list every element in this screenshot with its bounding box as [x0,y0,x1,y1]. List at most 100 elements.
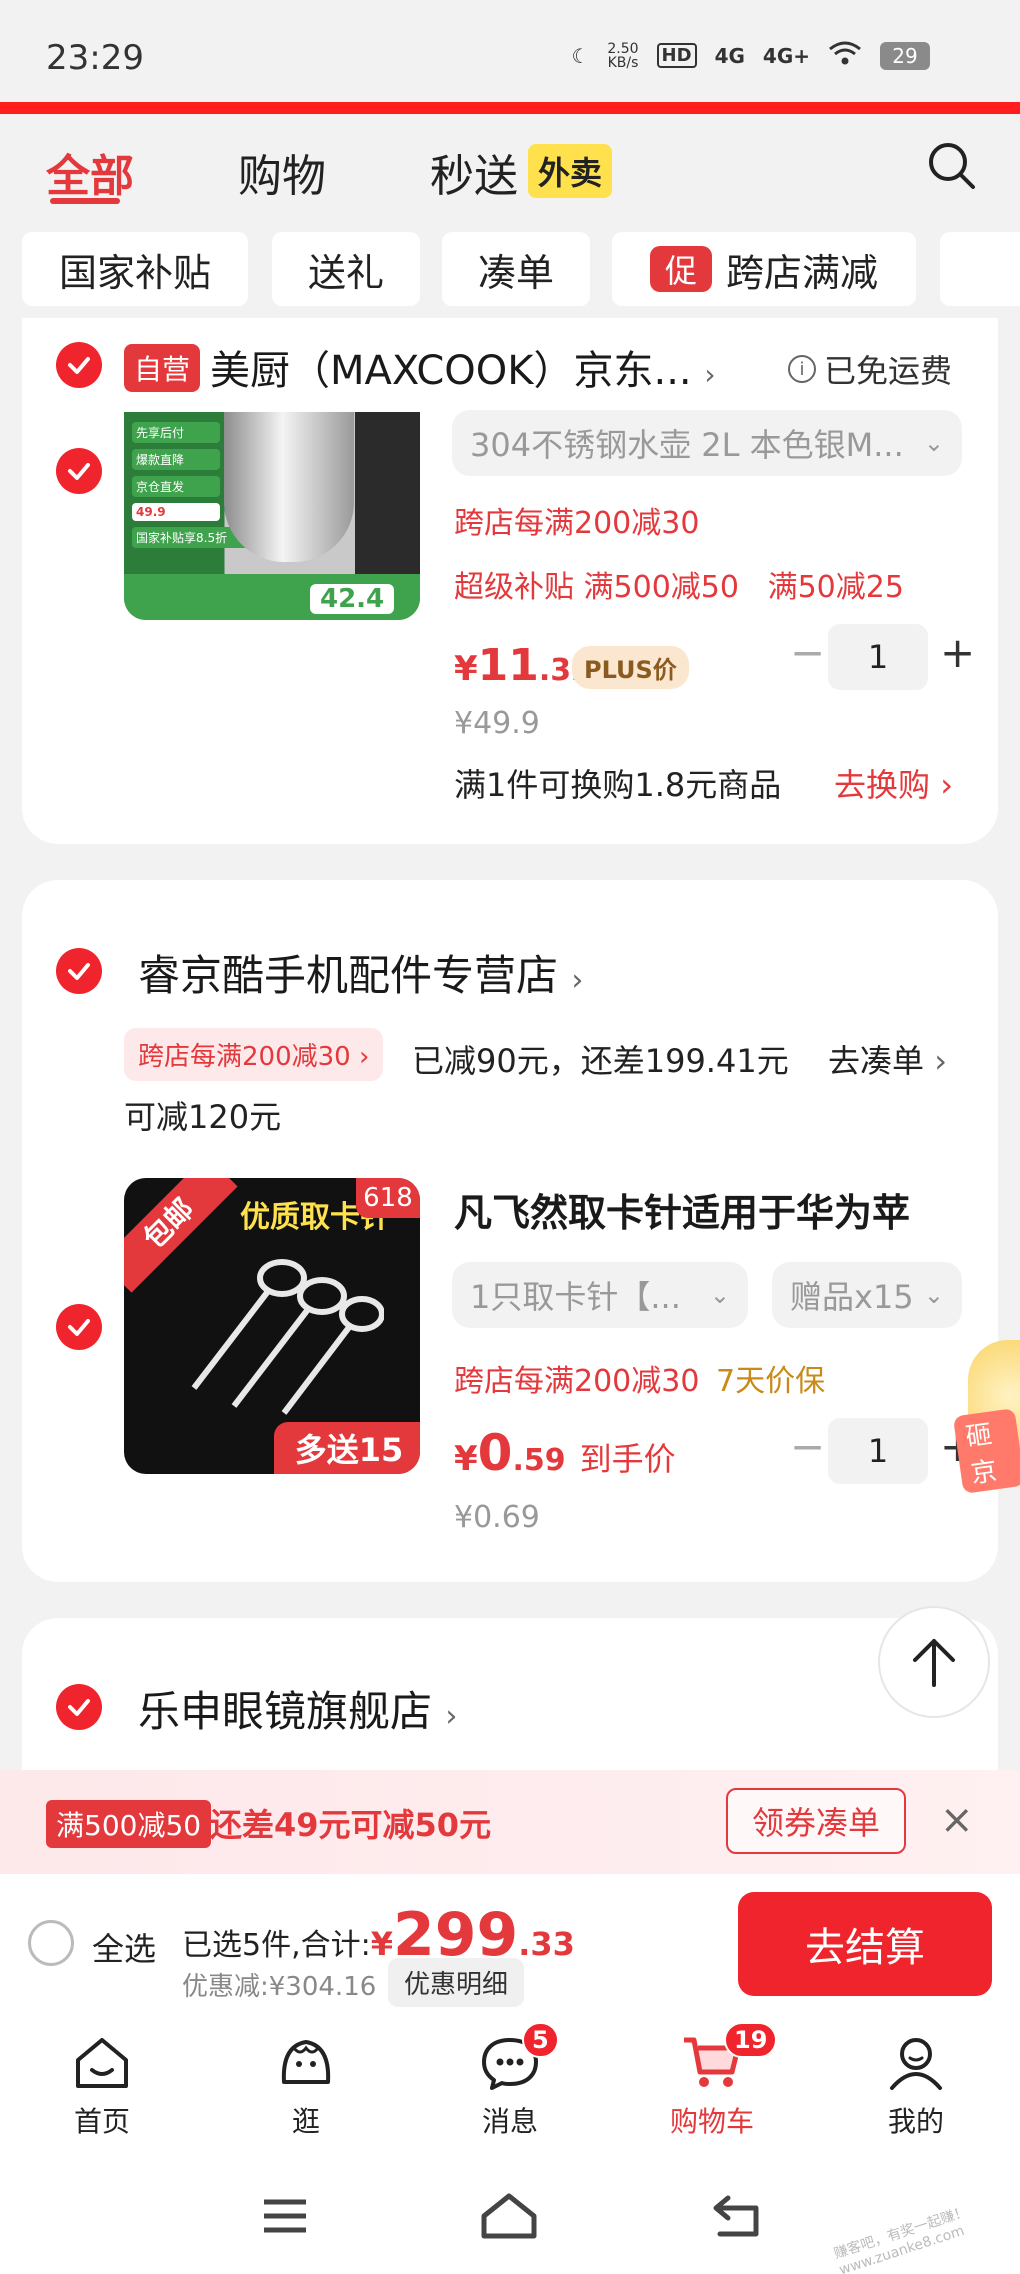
select-all-label[interactable]: 全选 [92,1924,156,1970]
moon-icon: ☾ [571,43,590,68]
shop-name[interactable]: 乐申眼镜旗舰店 › [138,1678,457,1739]
thumb-text: 京仓直发 [132,476,220,497]
shop-select-checkbox[interactable] [56,342,102,388]
close-icon[interactable]: × [940,1800,974,1840]
net-speed: 2.50 KB/s [607,40,639,71]
back-to-top-button[interactable] [878,1606,990,1718]
cross-store-promo-tag[interactable]: 跨店每满200减30 › [124,1028,384,1081]
network-4g-plus: 4G+ [762,43,810,68]
promo-cross-store: 跨店每满200减30 [454,506,700,541]
promo-threshold-tag: 满500减50 [46,1800,212,1848]
nav-browse[interactable]: 逛 [246,2030,366,2140]
kettle-image [224,412,354,562]
chevron-right-icon: › [934,1042,947,1080]
cart-badge: 19 [724,2022,778,2058]
combine-order-link[interactable]: 去凑单 › [828,1036,947,1082]
search-button[interactable] [926,140,978,192]
thumb-text: 49.9 [132,503,220,521]
chip-label: 送礼 [307,250,384,295]
back-icon[interactable] [712,2192,762,2244]
item-select-checkbox[interactable] [56,1304,102,1350]
qty-input[interactable]: 1 [828,1418,928,1484]
chevron-down-icon: ⌄ [923,1281,944,1309]
golden-egg-label: 砸京 [952,1408,1020,1494]
thumb-price: 42.4 [310,584,395,614]
plus-price-badge: PLUS价 [572,646,689,689]
tab-instant-delivery[interactable]: 秒送 [430,140,518,204]
product-thumbnail-sim-pin[interactable]: 包邮 优质取卡针 618 多送15 [124,1178,420,1474]
chevron-right-icon: › [445,1699,458,1734]
thumb-bottom-banner: 多送15 [274,1422,420,1474]
check-icon [68,1699,90,1716]
network-4g: 4G [714,43,745,68]
chip-national-subsidy[interactable]: 国家补贴 [22,232,248,306]
original-price: ¥49.9 [454,706,540,741]
exchange-text: 满1件可换购1.8元商品 [454,766,782,804]
chip-gift[interactable]: 送礼 [272,232,420,306]
check-icon [68,1319,90,1336]
qty-decrease-button[interactable]: − [790,628,825,677]
variant-label: 304不锈钢水壶 2L 本色银M... [470,426,904,464]
menu-icon[interactable] [262,2196,308,2240]
select-all-checkbox[interactable] [28,1920,74,1966]
promo-progress-text: 已减90元，还差199.41元 [412,1042,789,1080]
free-shipping-label: i 已免运费 [788,346,952,392]
promo-progress-text-2: 可减120元 [124,1098,282,1136]
product-title[interactable]: 凡飞然取卡针适用于华为苹 [454,1182,910,1237]
system-home-icon[interactable] [480,2192,538,2244]
item-select-checkbox[interactable] [56,448,102,494]
variant-selector[interactable]: 1只取卡针【... ⌄ [452,1262,748,1328]
chip-label: 凑单 [477,250,554,295]
chip-more[interactable] [940,232,1020,306]
status-time: 23:29 [46,38,144,78]
discount-detail-button[interactable]: 优惠明细 [388,1958,525,2007]
gift-selector[interactable]: 赠品x15 ⌄ [772,1262,962,1328]
promo-cu-icon: 促 [649,246,712,292]
tab-all[interactable]: 全部 [46,140,134,204]
discount-text: 优惠减:¥304.16 [182,1972,377,2002]
info-icon: i [788,355,816,383]
chevron-right-icon: › [571,963,584,998]
qty-decrease-button[interactable]: − [790,1422,825,1471]
shop-select-checkbox[interactable] [56,948,102,994]
chip-cross-store-discount[interactable]: 促 跨店满减 [612,232,916,306]
get-coupon-button[interactable]: 领券凑单 [726,1788,906,1854]
chevron-down-icon: ⌄ [709,1281,730,1309]
check-icon [68,963,90,980]
chevron-right-icon: › [940,766,953,804]
chip-label: 国家补贴 [58,250,211,295]
chip-label: 跨店满减 [725,250,878,295]
product-price: ¥ 0 .59 到手价 [454,1424,676,1482]
promo-remaining-text: 还差49元可减50元 [210,1806,492,1844]
check-icon [68,463,90,480]
chevron-right-icon: › [704,358,716,391]
original-price: ¥0.69 [454,1500,540,1535]
variant-selector[interactable]: 304不锈钢水壶 2L 本色银M... ⌄ [452,410,962,476]
thumb-text: 先享后付 [132,422,220,443]
shop-select-checkbox[interactable] [56,1684,102,1730]
status-icons: ☾ 2.50 KB/s HD 4G 4G+ 29 [571,40,930,71]
wifi-icon [828,40,862,71]
thumb-text: 爆款直降 [132,449,220,470]
header-accent-line [0,102,1020,114]
shop-name[interactable]: 睿京酷手机配件专营店 › [138,942,583,1003]
promo-super-subsidy: 超级补贴 满500减50 满50减25 [454,570,904,605]
nav-profile[interactable]: 我的 [856,2030,976,2140]
checkout-button[interactable]: 去结算 [738,1892,992,1996]
shop-name[interactable]: 美厨（MAXCOOK）京东... › [210,338,716,396]
messages-badge: 5 [522,2022,559,2058]
waimai-badge: 外卖 [528,144,613,198]
variant-label: 1只取卡针【... [470,1278,681,1316]
self-operated-badge: 自营 [124,344,201,392]
battery-icon: 29 [880,41,930,70]
qty-input[interactable]: 1 [828,624,928,690]
product-thumbnail-kettle[interactable]: 先享后付 爆款直降 京仓直发 49.9 国家补贴享8.5折 42.4 [124,412,420,620]
exchange-link[interactable]: 去换购 › [834,760,953,806]
home-icon [76,2038,128,2088]
tab-shopping[interactable]: 购物 [238,140,326,204]
gift-label: 赠品x15 [790,1278,914,1316]
qty-increase-button[interactable]: + [940,628,975,677]
sim-pins-image [191,1259,384,1415]
chip-combine[interactable]: 凑单 [442,232,590,306]
nav-home[interactable]: 首页 [42,2030,162,2140]
